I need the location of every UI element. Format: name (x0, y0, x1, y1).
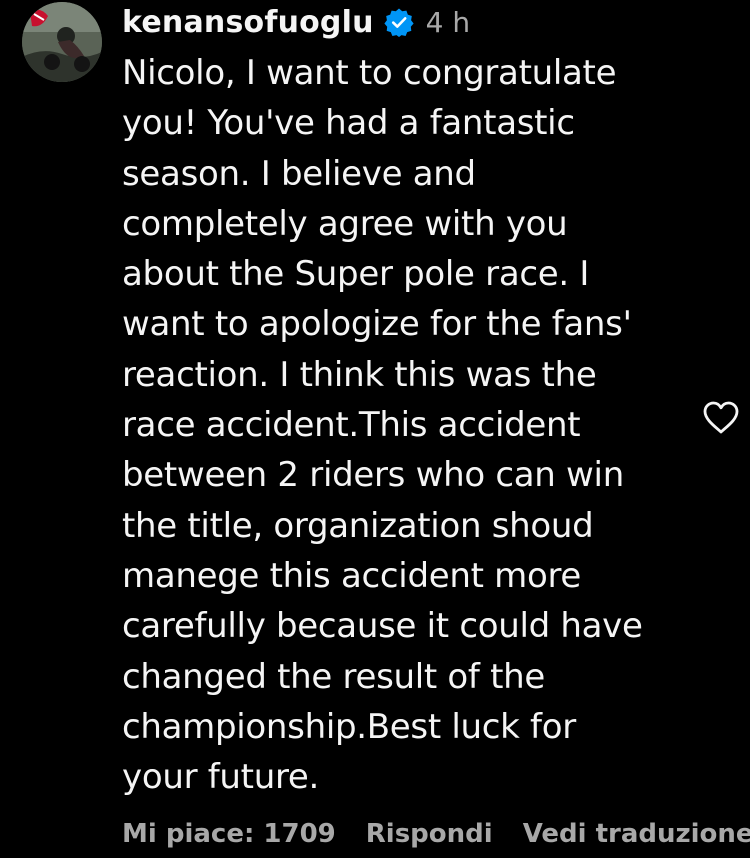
comment-text-line: your future. (122, 757, 320, 798)
comment-footer: Mi piace: 1709 Rispondi Vedi traduzione (122, 814, 750, 854)
comment-text-line: race accident.This accident (122, 405, 581, 446)
comment-text-line: want to apologize for the fans' (122, 304, 632, 345)
see-translation-button[interactable]: Vedi traduzione (523, 819, 750, 849)
comment-text-line: you! You've had a fantastic (122, 103, 575, 144)
comment-text-line: about the Super pole race. I (122, 254, 590, 295)
comment-text-line: reaction. I think this was the (122, 354, 597, 395)
comment-text-line: changed the result of the (122, 656, 545, 697)
comment: kenansofuoglu 4 h Nicolo, I want to cong… (0, 0, 750, 858)
like-button[interactable] (701, 398, 741, 438)
username[interactable]: kenansofuoglu (122, 5, 374, 40)
comment-text-line: carefully because it could have (122, 606, 643, 647)
comment-text-line: completely agree with you (122, 203, 568, 244)
comment-text-line: manege this accident more (122, 555, 582, 596)
comment-text-line: between 2 riders who can win (122, 455, 624, 496)
comment-text-line: championship.Best luck for (122, 706, 576, 747)
reply-button[interactable]: Rispondi (366, 819, 493, 849)
comment-time: 4 h (425, 5, 471, 39)
comment-text: Nicolo, I want to congratulate you! You'… (122, 48, 682, 802)
comment-text-line: season. I believe and (122, 153, 476, 194)
comment-text-line: the title, organization shoud (122, 505, 594, 546)
comment-text-line: Nicolo, I want to congratulate (122, 53, 617, 93)
heart-outline-icon (703, 401, 739, 434)
avatar-image (22, 2, 102, 82)
comment-header: kenansofuoglu 4 h (122, 0, 470, 44)
verified-badge-icon (384, 7, 414, 37)
likes-count[interactable]: Mi piace: 1709 (122, 819, 336, 849)
avatar[interactable] (22, 2, 102, 82)
